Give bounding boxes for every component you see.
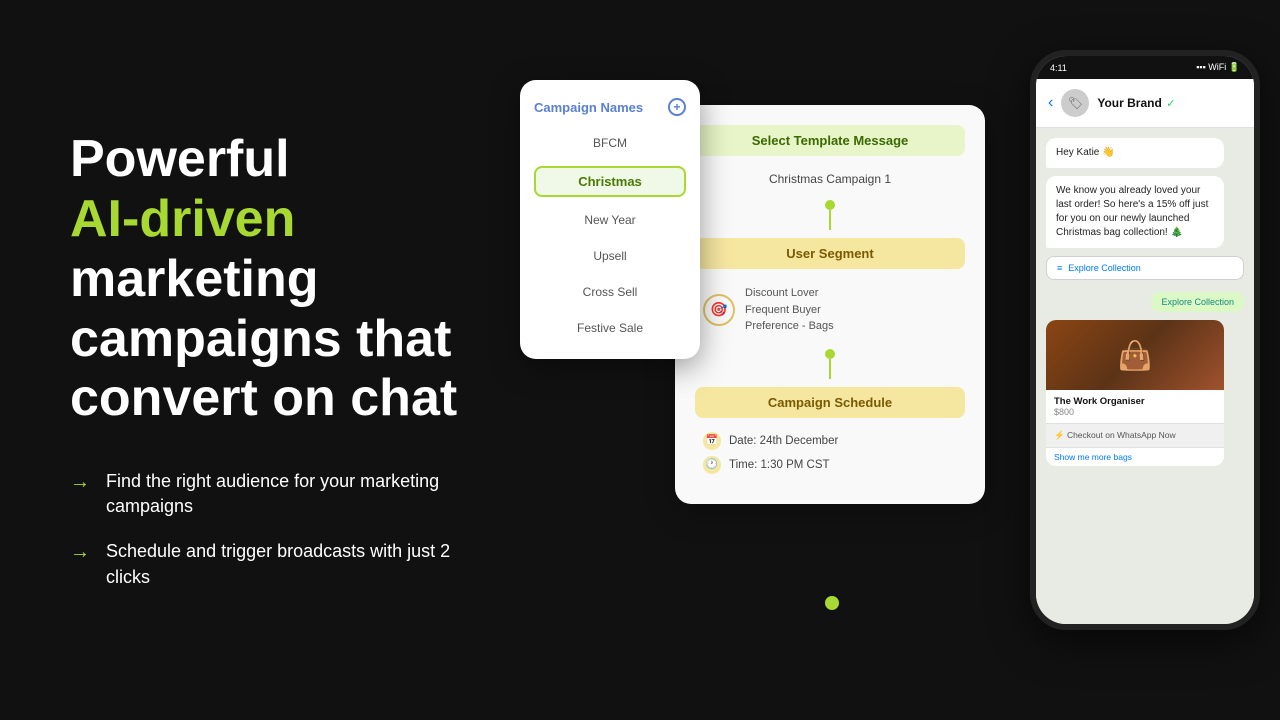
- checkout-label: ⚡ Checkout on WhatsApp Now: [1054, 430, 1176, 441]
- phone-signal: ▪▪▪ WiFi 🔋: [1196, 62, 1240, 73]
- campaign-names-title: Campaign Names: [534, 100, 643, 115]
- phone-time: 4:11: [1050, 63, 1067, 73]
- headline-line5: convert on chat: [70, 369, 457, 427]
- user-segment-tags: Discount Lover Frequent Buyer Preference…: [745, 285, 834, 335]
- chat-messages: Hey Katie 👋 We know you already loved yo…: [1036, 128, 1254, 624]
- chat-header: ‹ 🏷 Your Brand ✓: [1036, 79, 1254, 128]
- user-segment-icon: 🎯: [703, 294, 735, 326]
- calendar-icon: 📅: [703, 432, 721, 450]
- brand-avatar: 🏷: [1061, 89, 1089, 117]
- campaign-item-festive-sale[interactable]: Festive Sale: [534, 315, 686, 341]
- product-name: The Work Organiser: [1054, 396, 1216, 407]
- campaign-schedule-section: Campaign Schedule 📅 Date: 24th December …: [695, 387, 965, 484]
- arrow-icon-1: →: [70, 471, 90, 494]
- campaign-item-bfcm[interactable]: BFCM: [534, 130, 686, 156]
- campaign-item-christmas[interactable]: Christmas: [534, 166, 686, 197]
- left-section: Powerful AI-driven marketing campaigns t…: [0, 70, 520, 650]
- message-1-text: Hey Katie 👋: [1056, 147, 1115, 158]
- back-icon[interactable]: ‹: [1048, 94, 1053, 112]
- select-template-title: Select Template Message: [695, 125, 965, 156]
- select-template-section: Select Template Message Christmas Campai…: [695, 125, 965, 192]
- schedule-date: 📅 Date: 24th December: [703, 432, 957, 450]
- flow-line-1: [829, 210, 831, 230]
- flow-dot-1: [825, 200, 835, 210]
- message-2: We know you already loved your last orde…: [1046, 176, 1224, 248]
- phone-status-bar: 4:11 ▪▪▪ WiFi 🔋: [1036, 56, 1254, 79]
- campaign-schedule-title: Campaign Schedule: [695, 387, 965, 418]
- schedule-time: 🕐 Time: 1:30 PM CST: [703, 456, 957, 474]
- bullet-item-1: → Find the right audience for your marke…: [70, 469, 460, 519]
- user-segment-title: User Segment: [695, 238, 965, 269]
- flow-line-2: [829, 359, 831, 379]
- campaign-item-cross-sell[interactable]: Cross Sell: [534, 279, 686, 305]
- headline-line1: Powerful: [70, 130, 290, 188]
- brand-info: Your Brand ✓: [1097, 94, 1175, 112]
- right-section: Campaign Names + BFCM Christmas New Year…: [520, 0, 1280, 720]
- message-2-text: We know you already loved your last orde…: [1056, 185, 1208, 238]
- bullet-text-2: Schedule and trigger broadcasts with jus…: [106, 539, 460, 589]
- phone-screen: 4:11 ▪▪▪ WiFi 🔋 ‹ 🏷 Your Brand ✓ Hey Kat…: [1036, 56, 1254, 624]
- phone-mockup: 4:11 ▪▪▪ WiFi 🔋 ‹ 🏷 Your Brand ✓ Hey Kat…: [1030, 50, 1260, 630]
- headline: Powerful AI-driven marketing campaigns t…: [70, 130, 460, 429]
- schedule-items: 📅 Date: 24th December 🕐 Time: 1:30 PM CS…: [695, 428, 965, 484]
- campaign-item-upsell[interactable]: Upsell: [534, 243, 686, 269]
- headline-ai-driven: AI-driven: [70, 190, 295, 248]
- product-card: 👜 The Work Organiser $800 ⚡ Checkout on …: [1046, 320, 1224, 466]
- brand-name: Your Brand: [1097, 96, 1161, 110]
- explore-collection-btn[interactable]: ≡ Explore Collection: [1046, 256, 1244, 280]
- verified-badge: ✓: [1166, 98, 1175, 110]
- product-price: $800: [1054, 407, 1216, 417]
- message-1: Hey Katie 👋: [1046, 138, 1224, 168]
- campaign-names-card: Campaign Names + BFCM Christmas New Year…: [520, 80, 700, 359]
- product-image: 👜: [1046, 320, 1224, 390]
- campaign-item-new-year[interactable]: New Year: [534, 207, 686, 233]
- checkout-button[interactable]: ⚡ Checkout on WhatsApp Now: [1046, 423, 1224, 447]
- flow-dot-2: [825, 349, 835, 359]
- menu-icon: ≡: [1057, 263, 1062, 273]
- explore-collection-label: Explore Collection: [1068, 263, 1141, 273]
- arrow-icon-2: →: [70, 541, 90, 564]
- campaign-add-button[interactable]: +: [668, 98, 686, 116]
- bullet-text-1: Find the right audience for your marketi…: [106, 469, 460, 519]
- user-segment-section: User Segment 🎯 Discount Lover Frequent B…: [695, 238, 965, 341]
- show-more-label: Show me more bags: [1054, 452, 1132, 462]
- explore-collection-reply-text: Explore Collection: [1161, 297, 1234, 307]
- campaign-names-header: Campaign Names +: [534, 98, 686, 116]
- campaign-list: BFCM Christmas New Year Upsell Cross Sel…: [534, 130, 686, 341]
- flow-card: Select Template Message Christmas Campai…: [675, 105, 985, 504]
- headline-line3: marketing: [70, 250, 319, 308]
- connector-2: [695, 349, 965, 379]
- connector-1: [695, 200, 965, 230]
- select-template-value: Christmas Campaign 1: [695, 166, 965, 192]
- bullet-points: → Find the right audience for your marke…: [70, 469, 460, 590]
- headline-line4: campaigns that: [70, 310, 451, 368]
- user-segment-content: 🎯 Discount Lover Frequent Buyer Preferen…: [695, 279, 965, 341]
- explore-collection-reply[interactable]: Explore Collection: [1151, 292, 1244, 312]
- bottom-indicator-dot: [825, 596, 839, 610]
- bullet-item-2: → Schedule and trigger broadcasts with j…: [70, 539, 460, 589]
- clock-icon: 🕐: [703, 456, 721, 474]
- product-info: The Work Organiser $800: [1046, 390, 1224, 423]
- show-more-button[interactable]: Show me more bags: [1046, 447, 1224, 466]
